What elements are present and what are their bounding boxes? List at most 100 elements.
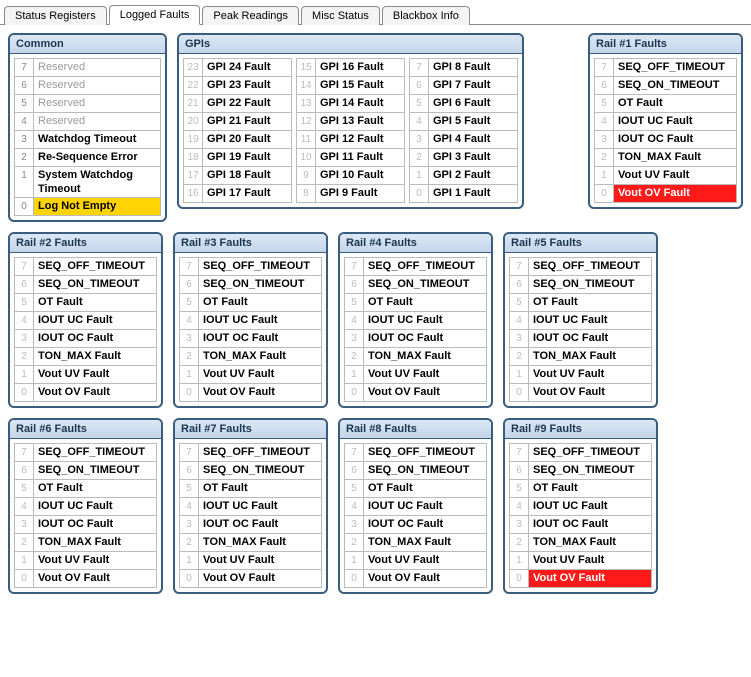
register-row[interactable]: 5OT Fault (179, 293, 322, 312)
register-row[interactable]: 19GPI 20 Fault (183, 130, 292, 149)
register-row[interactable]: 6SEQ_ON_TIMEOUT (14, 275, 157, 294)
register-row[interactable]: 0Vout OV Fault (594, 184, 737, 203)
register-row[interactable]: 6SEQ_ON_TIMEOUT (509, 461, 652, 480)
register-row[interactable]: 15GPI 16 Fault (296, 58, 405, 77)
register-row[interactable]: 5OT Fault (594, 94, 737, 113)
register-row[interactable]: 5OT Fault (344, 479, 487, 498)
register-row[interactable]: 7SEQ_OFF_TIMEOUT (179, 257, 322, 276)
register-row[interactable]: 6SEQ_ON_TIMEOUT (179, 275, 322, 294)
register-row[interactable]: 3IOUT OC Fault (179, 329, 322, 348)
register-row[interactable]: 5OT Fault (344, 293, 487, 312)
register-row[interactable]: 2TON_MAX Fault (179, 347, 322, 366)
tab-logged-faults[interactable]: Logged Faults (109, 5, 201, 25)
register-row[interactable]: 2TON_MAX Fault (594, 148, 737, 167)
register-row[interactable]: 2Re-Sequence Error (14, 148, 161, 167)
register-row[interactable]: 3IOUT OC Fault (14, 515, 157, 534)
register-row[interactable]: 3IOUT OC Fault (509, 329, 652, 348)
register-row[interactable]: 7SEQ_OFF_TIMEOUT (344, 443, 487, 462)
register-row[interactable]: 1Vout UV Fault (179, 551, 322, 570)
register-row[interactable]: 0Vout OV Fault (14, 383, 157, 402)
register-row[interactable]: 0Vout OV Fault (509, 569, 652, 588)
register-row[interactable]: 13GPI 14 Fault (296, 94, 405, 113)
register-row[interactable]: 0Vout OV Fault (179, 569, 322, 588)
register-row[interactable]: 6SEQ_ON_TIMEOUT (594, 76, 737, 95)
register-row[interactable]: 7SEQ_OFF_TIMEOUT (509, 257, 652, 276)
register-row[interactable]: 16GPI 17 Fault (183, 184, 292, 203)
register-row[interactable]: 0Vout OV Fault (344, 383, 487, 402)
register-row[interactable]: 5Reserved (14, 94, 161, 113)
register-row[interactable]: 3IOUT OC Fault (344, 329, 487, 348)
register-row[interactable]: 6SEQ_ON_TIMEOUT (509, 275, 652, 294)
register-row[interactable]: 3IOUT OC Fault (509, 515, 652, 534)
register-row[interactable]: 23GPI 24 Fault (183, 58, 292, 77)
register-row[interactable]: 5OT Fault (14, 479, 157, 498)
register-row[interactable]: 7SEQ_OFF_TIMEOUT (14, 257, 157, 276)
register-row[interactable]: 0Vout OV Fault (179, 383, 322, 402)
register-row[interactable]: 2TON_MAX Fault (509, 533, 652, 552)
register-row[interactable]: 0Vout OV Fault (509, 383, 652, 402)
register-row[interactable]: 3IOUT OC Fault (594, 130, 737, 149)
register-row[interactable]: 3IOUT OC Fault (179, 515, 322, 534)
register-row[interactable]: 5OT Fault (179, 479, 322, 498)
register-row[interactable]: 3IOUT OC Fault (344, 515, 487, 534)
register-row[interactable]: 7GPI 8 Fault (409, 58, 518, 77)
register-row[interactable]: 20GPI 21 Fault (183, 112, 292, 131)
register-row[interactable]: 1Vout UV Fault (344, 551, 487, 570)
register-row[interactable]: 5OT Fault (509, 293, 652, 312)
tab-blackbox-info[interactable]: Blackbox Info (382, 6, 470, 25)
register-row[interactable]: 4IOUT UC Fault (14, 497, 157, 516)
register-row[interactable]: 9GPI 10 Fault (296, 166, 405, 185)
register-row[interactable]: 22GPI 23 Fault (183, 76, 292, 95)
register-row[interactable]: 6SEQ_ON_TIMEOUT (179, 461, 322, 480)
register-row[interactable]: 18GPI 19 Fault (183, 148, 292, 167)
register-row[interactable]: 2TON_MAX Fault (344, 347, 487, 366)
register-row[interactable]: 1GPI 2 Fault (409, 166, 518, 185)
register-row[interactable]: 4GPI 5 Fault (409, 112, 518, 131)
register-row[interactable]: 2TON_MAX Fault (509, 347, 652, 366)
register-row[interactable]: 1Vout UV Fault (344, 365, 487, 384)
register-row[interactable]: 8GPI 9 Fault (296, 184, 405, 203)
register-row[interactable]: 12GPI 13 Fault (296, 112, 405, 131)
register-row[interactable]: 3GPI 4 Fault (409, 130, 518, 149)
register-row[interactable]: 4IOUT UC Fault (179, 497, 322, 516)
register-row[interactable]: 6GPI 7 Fault (409, 76, 518, 95)
register-row[interactable]: 1Vout UV Fault (14, 365, 157, 384)
register-row[interactable]: 3IOUT OC Fault (14, 329, 157, 348)
register-row[interactable]: 0Vout OV Fault (14, 569, 157, 588)
register-row[interactable]: 7SEQ_OFF_TIMEOUT (509, 443, 652, 462)
register-row[interactable]: 3Watchdog Timeout (14, 130, 161, 149)
register-row[interactable]: 6SEQ_ON_TIMEOUT (14, 461, 157, 480)
register-row[interactable]: 1Vout UV Fault (509, 365, 652, 384)
register-row[interactable]: 0Vout OV Fault (344, 569, 487, 588)
register-row[interactable]: 2TON_MAX Fault (14, 347, 157, 366)
register-row[interactable]: 17GPI 18 Fault (183, 166, 292, 185)
register-row[interactable]: 1Vout UV Fault (509, 551, 652, 570)
register-row[interactable]: 4IOUT UC Fault (509, 497, 652, 516)
register-row[interactable]: 4IOUT UC Fault (179, 311, 322, 330)
register-row[interactable]: 14GPI 15 Fault (296, 76, 405, 95)
register-row[interactable]: 5GPI 6 Fault (409, 94, 518, 113)
register-row[interactable]: 4IOUT UC Fault (509, 311, 652, 330)
register-row[interactable]: 4IOUT UC Fault (344, 311, 487, 330)
register-row[interactable]: 0GPI 1 Fault (409, 184, 518, 203)
register-row[interactable]: 1Vout UV Fault (594, 166, 737, 185)
register-row[interactable]: 4Reserved (14, 112, 161, 131)
register-row[interactable]: 11GPI 12 Fault (296, 130, 405, 149)
register-row[interactable]: 4IOUT UC Fault (344, 497, 487, 516)
register-row[interactable]: 0Log Not Empty (14, 197, 161, 216)
register-row[interactable]: 4IOUT UC Fault (594, 112, 737, 131)
register-row[interactable]: 10GPI 11 Fault (296, 148, 405, 167)
register-row[interactable]: 5OT Fault (509, 479, 652, 498)
register-row[interactable]: 1Vout UV Fault (179, 365, 322, 384)
tab-peak-readings[interactable]: Peak Readings (202, 6, 299, 25)
register-row[interactable]: 2GPI 3 Fault (409, 148, 518, 167)
register-row[interactable]: 6SEQ_ON_TIMEOUT (344, 461, 487, 480)
tab-misc-status[interactable]: Misc Status (301, 6, 380, 25)
tab-status-registers[interactable]: Status Registers (4, 6, 107, 25)
register-row[interactable]: 7SEQ_OFF_TIMEOUT (594, 58, 737, 77)
register-row[interactable]: 2TON_MAX Fault (14, 533, 157, 552)
register-row[interactable]: 1System Watchdog Timeout (14, 166, 161, 198)
register-row[interactable]: 21GPI 22 Fault (183, 94, 292, 113)
register-row[interactable]: 2TON_MAX Fault (179, 533, 322, 552)
register-row[interactable]: 7SEQ_OFF_TIMEOUT (179, 443, 322, 462)
